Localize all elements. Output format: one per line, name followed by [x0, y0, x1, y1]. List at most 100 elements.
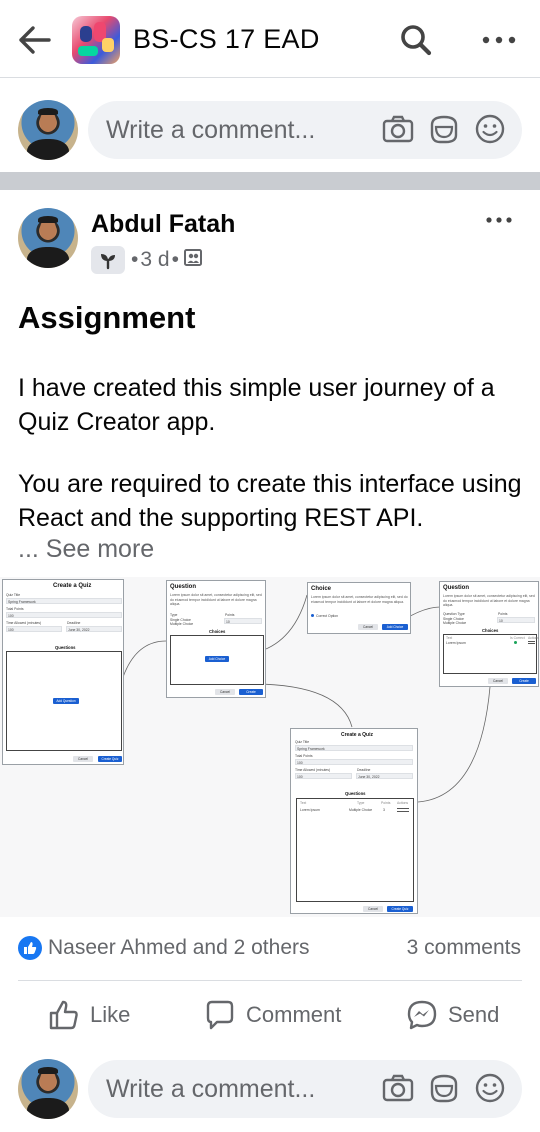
field-label: Total Points	[295, 754, 313, 758]
field-label: Question Type	[443, 612, 465, 616]
comments-count[interactable]: 3 comments	[407, 936, 521, 960]
field-label: Total Points	[6, 607, 24, 611]
field: 100	[295, 773, 352, 779]
messenger-icon	[407, 1000, 437, 1030]
field-value: 100	[297, 760, 303, 765]
section-title: Questions	[55, 645, 76, 650]
avatar[interactable]	[18, 100, 78, 160]
field-value: June 30, 2022	[358, 774, 380, 779]
comment-placeholder: Write a comment...	[106, 116, 316, 144]
top-app-bar: BS-CS 17 EAD	[0, 0, 540, 78]
group-title[interactable]: BS-CS 17 EAD	[133, 24, 320, 55]
create-quiz-button: Create Quiz	[387, 906, 413, 912]
table-cell: 3	[383, 808, 385, 812]
wireframe-title: Create a Quiz	[53, 583, 92, 589]
wireframe-create-quiz-filled: Create a Quiz Quiz Title Spring Framewor…	[290, 728, 418, 914]
column-header: Text	[446, 636, 453, 640]
questions-box: Add Question	[6, 651, 122, 751]
comment-composer-bottom: Write a comment...	[0, 1048, 540, 1128]
section-divider	[0, 172, 540, 190]
field: 100	[6, 612, 122, 618]
checkbox-label: Correct Option	[316, 613, 339, 618]
wireframe-title: Question	[170, 584, 197, 590]
comment-button[interactable]: Comment	[204, 996, 341, 1034]
column-header: Text	[300, 801, 307, 805]
sticker-icon[interactable]	[428, 113, 460, 150]
comment-placeholder: Write a comment...	[106, 1075, 316, 1103]
send-label: Send	[448, 1002, 500, 1027]
cancel-button: Cancel	[215, 689, 235, 695]
field-value: Spring Framework	[8, 599, 36, 604]
field: June 30, 2022	[356, 773, 413, 779]
add-question-button: Add Question	[53, 698, 79, 704]
field-label: Points	[225, 613, 235, 617]
like-label: Like	[90, 1002, 131, 1027]
comment-input[interactable]: Write a comment...	[88, 101, 522, 159]
cancel-button: Cancel	[73, 756, 93, 762]
thumbs-up-icon	[49, 1000, 78, 1030]
send-button[interactable]: Send	[406, 996, 499, 1034]
field: Spring Framework	[6, 598, 122, 604]
author-avatar[interactable]	[18, 208, 78, 268]
wireframe-question-filled: Question Lorem ipsum dolor sit amet, con…	[439, 581, 539, 687]
post-paragraph: I have created this simple user journey …	[18, 374, 495, 436]
camera-icon[interactable]	[382, 1072, 414, 1109]
column-header: Type	[357, 801, 365, 805]
field: 10	[224, 618, 262, 624]
field-label: Type	[170, 613, 178, 617]
more-horizontal-icon[interactable]	[478, 22, 520, 58]
choices-table: Text Is Correct Actions Lorem Ipsum	[443, 634, 540, 674]
field: 100	[6, 626, 62, 632]
author-name[interactable]: Abdul Fatah	[91, 210, 235, 239]
field-label: Points	[498, 612, 508, 616]
field-value: 100	[8, 627, 14, 632]
create-button: Create	[512, 678, 536, 684]
post-image-user-journey[interactable]: Create a Quiz Quiz Title Spring Framewor…	[0, 577, 540, 917]
emoji-icon[interactable]	[474, 113, 506, 150]
like-reaction-icon	[18, 936, 42, 960]
field-value: 10	[499, 618, 503, 623]
comment-bubble-icon	[206, 1000, 234, 1030]
field: 100	[295, 759, 413, 765]
add-choice-button: Add Choice	[382, 624, 408, 630]
field-value: 100	[8, 613, 14, 618]
back-arrow-icon[interactable]	[14, 20, 54, 60]
comment-composer-top: Write a comment...	[0, 90, 540, 170]
avatar[interactable]	[18, 1059, 78, 1119]
like-button[interactable]: Like	[48, 996, 130, 1034]
column-header: Actions	[528, 636, 540, 640]
wireframe-description: Lorem ipsum dolor sit amet, consectetur …	[443, 594, 535, 608]
post-paragraph: You are required to create this interfac…	[18, 470, 522, 532]
reactions-text: Naseer Ahmed and 2 others	[48, 936, 310, 959]
check-icon	[514, 641, 517, 644]
post-time[interactable]: 3 d	[140, 248, 169, 272]
field-label: Deadline	[67, 621, 81, 625]
see-more-link[interactable]: ... See more	[18, 535, 154, 564]
section-title: Choices	[482, 628, 499, 633]
cancel-button: Cancel	[488, 678, 508, 684]
field-value: 100	[297, 774, 303, 779]
table-cell: Multiple Choice	[349, 808, 373, 812]
wireframe-description: Lorem ipsum dolor sit amet, consectetur …	[311, 595, 408, 604]
comment-input[interactable]: Write a comment...	[88, 1060, 522, 1118]
search-icon[interactable]	[396, 20, 436, 60]
post-options-icon[interactable]	[482, 208, 516, 232]
questions-table: Text Type Points Actions Lorem Ipsum Mul…	[296, 798, 414, 902]
post-meta: • 3 d •	[91, 246, 203, 274]
add-choice-button: Add Choice	[205, 656, 229, 662]
reactions-summary[interactable]: Naseer Ahmed and 2 others	[18, 934, 310, 962]
radio-option: Multiple Choice	[170, 622, 194, 626]
sticker-icon[interactable]	[428, 1072, 460, 1109]
wireframe-question: Question Lorem ipsum dolor sit amet, con…	[166, 580, 266, 698]
meta-dot: •	[171, 248, 179, 271]
field: June 30, 2022	[66, 626, 122, 632]
new-member-sprout-icon[interactable]	[91, 246, 125, 274]
cancel-button: Cancel	[363, 906, 383, 912]
column-header: Is Correct	[510, 636, 525, 640]
emoji-icon[interactable]	[474, 1072, 506, 1109]
field-label: Quiz Title	[295, 740, 310, 744]
camera-icon[interactable]	[382, 113, 414, 150]
group-cover-thumbnail[interactable]	[72, 16, 120, 64]
checkbox-icon	[311, 614, 314, 617]
table-cell: Lorem Ipsum	[446, 641, 466, 645]
